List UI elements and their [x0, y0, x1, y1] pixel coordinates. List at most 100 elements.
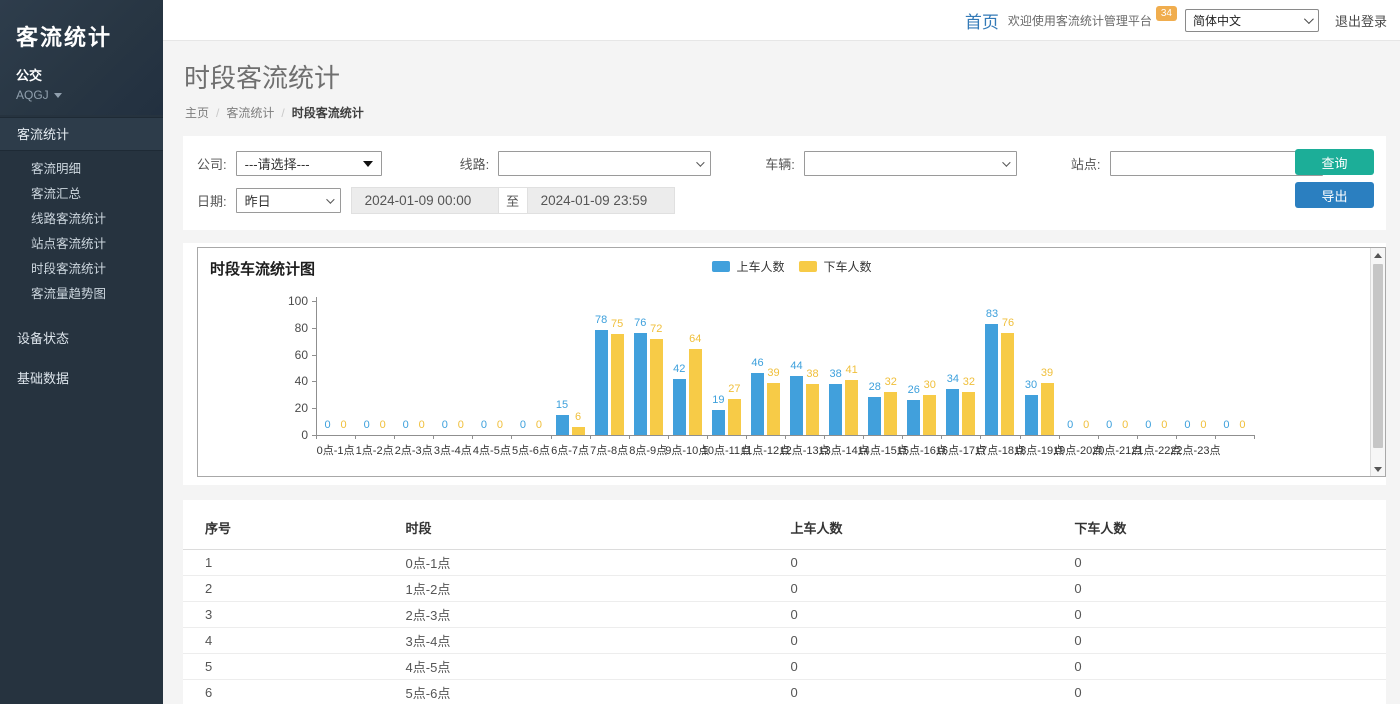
- sidebar-item-客流明细[interactable]: 客流明细: [0, 157, 163, 182]
- y-tick-label: 80: [278, 321, 308, 335]
- menu-gap: [0, 315, 163, 323]
- station-select[interactable]: [1110, 151, 1323, 176]
- x-axis-label: 6点-7点: [551, 442, 589, 458]
- bar-value-label: 76: [995, 317, 1021, 329]
- scroll-up-arrow-icon[interactable]: [1371, 248, 1385, 262]
- bar-value-label: 6: [565, 411, 591, 423]
- bar-value-label: 64: [682, 333, 708, 345]
- vehicle-select[interactable]: [804, 151, 1017, 176]
- sidebar-item-时段客流统计[interactable]: 时段客流统计: [0, 257, 163, 282]
- bar-value-label: 15: [549, 399, 575, 411]
- date-label: 日期:: [197, 191, 227, 210]
- sidebar-item-基础数据[interactable]: 基础数据: [0, 363, 163, 395]
- date-preset-select[interactable]: 昨日: [236, 188, 341, 213]
- line-select[interactable]: [498, 151, 711, 176]
- sidebar-item-客流汇总[interactable]: 客流汇总: [0, 182, 163, 207]
- x-axis-label: 7点-8点: [590, 442, 628, 458]
- bar-上车人数: [634, 333, 647, 435]
- menu-gap: [0, 395, 163, 403]
- table-cell: 6: [183, 680, 406, 704]
- date-range-separator: 至: [499, 187, 527, 214]
- y-tick-label: 20: [278, 401, 308, 415]
- sidebar-item-客流量趋势图[interactable]: 客流量趋势图: [0, 282, 163, 307]
- bar-上车人数: [595, 330, 608, 435]
- table-panel: 序号时段上车人数下车人数 10点-1点0021点-2点0032点-3点0043点…: [183, 500, 1386, 704]
- table-row: 32点-3点00: [183, 602, 1386, 628]
- table-cell: 1: [183, 550, 406, 576]
- breadcrumb-item[interactable]: 客流统计: [226, 104, 274, 121]
- bar-上车人数: [751, 373, 764, 435]
- vehicle-label: 车辆:: [765, 154, 795, 173]
- scrollbar-thumb[interactable]: [1373, 264, 1383, 448]
- chart-plot-area: 020406080100000点-1点001点-2点002点-3点003点-4点…: [198, 248, 1370, 476]
- table-cell: 0: [1074, 654, 1386, 680]
- x-tick: [824, 435, 825, 439]
- y-tick-label: 40: [278, 374, 308, 388]
- breadcrumb-item[interactable]: 主页: [185, 104, 209, 121]
- table-cell: 5点-6点: [406, 680, 791, 704]
- sidebar: 客流统计 公交 AQGJ 客流统计 客流明细客流汇总线路客流统计站点客流统计时段…: [0, 0, 163, 704]
- company-select[interactable]: ---请选择---: [236, 151, 382, 176]
- bar-上车人数: [712, 410, 725, 435]
- bar-上车人数: [1025, 395, 1038, 435]
- bar-value-label: 41: [839, 364, 865, 376]
- org-code-dropdown[interactable]: AQGJ: [16, 88, 147, 102]
- sidebar-section-passenger-stats[interactable]: 客流统计: [0, 117, 163, 151]
- export-button[interactable]: 导出: [1295, 182, 1374, 208]
- app-title: 客流统计: [16, 20, 147, 52]
- x-tick: [1020, 435, 1021, 439]
- station-label: 站点:: [1071, 154, 1101, 173]
- search-button[interactable]: 查询: [1295, 149, 1374, 175]
- bar-value-label: 0: [1151, 419, 1177, 431]
- x-tick: [1059, 435, 1060, 439]
- x-tick: [707, 435, 708, 439]
- table-cell: 1点-2点: [406, 576, 791, 602]
- bar-上车人数: [829, 384, 842, 435]
- x-tick: [668, 435, 669, 439]
- top-header: 首页 欢迎使用客流统计管理平台 34 简体中文 退出登录: [163, 0, 1400, 41]
- bar-下车人数: [1041, 383, 1054, 435]
- table-cell: 0: [791, 602, 1075, 628]
- x-tick: [511, 435, 512, 439]
- breadcrumb-item: 时段客流统计: [292, 104, 364, 121]
- x-tick: [941, 435, 942, 439]
- table-row: 21点-2点00: [183, 576, 1386, 602]
- logout-link[interactable]: 退出登录: [1335, 11, 1387, 30]
- line-label: 线路:: [460, 154, 490, 173]
- bar-下车人数: [650, 339, 663, 435]
- bar-下车人数: [572, 427, 585, 435]
- x-tick: [863, 435, 864, 439]
- home-link[interactable]: 首页: [965, 8, 999, 33]
- date-to-input[interactable]: 2024-01-09 23:59: [527, 187, 675, 214]
- y-tick: [312, 408, 316, 409]
- date-from-input[interactable]: 2024-01-09 00:00: [351, 187, 499, 214]
- scroll-down-arrow-icon[interactable]: [1371, 462, 1385, 476]
- notification-badge[interactable]: 34: [1156, 6, 1177, 21]
- table-header: 序号时段上车人数下车人数: [183, 512, 1386, 550]
- table-cell: 0: [1074, 680, 1386, 704]
- x-tick: [629, 435, 630, 439]
- x-tick: [394, 435, 395, 439]
- x-axis-label: 3点-4点: [434, 442, 472, 458]
- bar-下车人数: [962, 392, 975, 435]
- table-cell: 2点-3点: [406, 602, 791, 628]
- sidebar-item-线路客流统计[interactable]: 线路客流统计: [0, 207, 163, 232]
- table-cell: 3: [183, 602, 406, 628]
- chart-vertical-scrollbar[interactable]: [1370, 248, 1385, 476]
- bar-下车人数: [728, 399, 741, 435]
- x-tick: [590, 435, 591, 439]
- bar-value-label: 38: [800, 368, 826, 380]
- time-period-table: 序号时段上车人数下车人数 10点-1点0021点-2点0032点-3点0043点…: [183, 512, 1386, 704]
- language-select[interactable]: 简体中文: [1185, 9, 1319, 32]
- table-row: 10点-1点00: [183, 550, 1386, 576]
- table-cell: 0: [791, 576, 1075, 602]
- y-tick: [312, 328, 316, 329]
- sidebar-item-设备状态[interactable]: 设备状态: [0, 323, 163, 355]
- sidebar-item-站点客流统计[interactable]: 站点客流统计: [0, 232, 163, 257]
- table-cell: 0: [1074, 576, 1386, 602]
- x-tick: [746, 435, 747, 439]
- bar-value-label: 0: [526, 419, 552, 431]
- language-select-value: 简体中文: [1193, 12, 1241, 29]
- page-title: 时段客流统计: [184, 58, 1386, 95]
- caret-down-icon: [54, 93, 62, 98]
